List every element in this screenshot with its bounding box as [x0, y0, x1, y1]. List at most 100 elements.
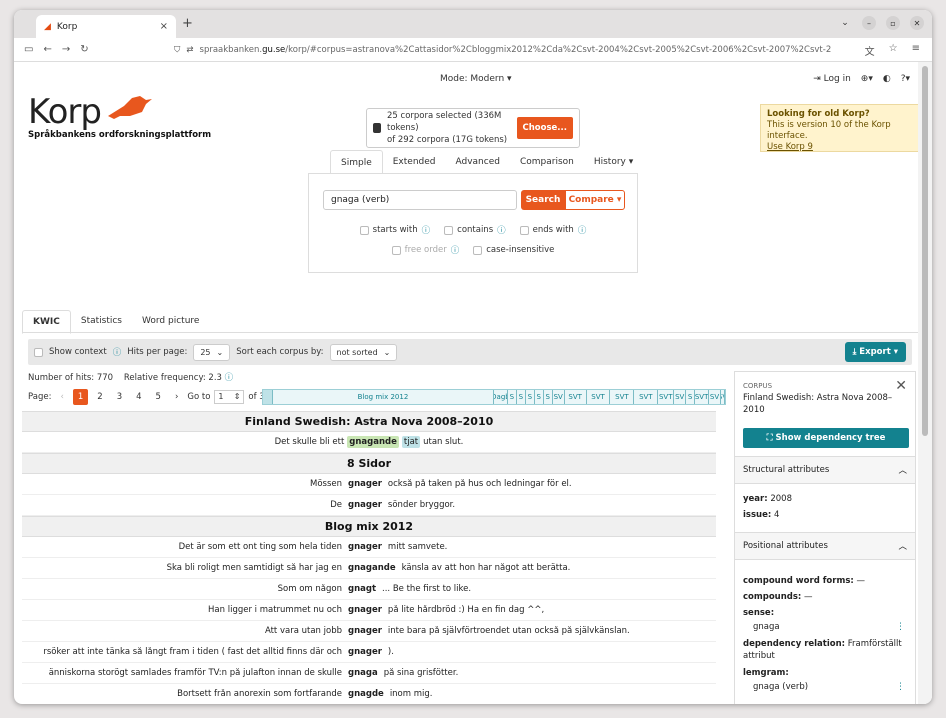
distribution-segment[interactable]: SVT: [587, 390, 611, 404]
page-next[interactable]: ›: [170, 389, 183, 405]
lemgram-value[interactable]: gnaga (verb): [753, 682, 808, 692]
distribution-segment[interactable]: S: [508, 390, 517, 404]
kwic-row[interactable]: Det skulle bli ett gnagande tjat utan sl…: [22, 432, 716, 453]
kwic-match[interactable]: gnagande: [342, 563, 402, 573]
theme-toggle-icon[interactable]: ◐: [883, 74, 891, 84]
kwic-match[interactable]: gnager: [342, 500, 388, 510]
distribution-segment[interactable]: SVT: [695, 390, 710, 404]
korp-logo[interactable]: Korp Språkbankens ordforskningsplattform: [28, 92, 211, 140]
language-globe-icon[interactable]: ⊕▾: [861, 74, 873, 84]
menu-icon[interactable]: ≡: [912, 43, 920, 58]
back-icon[interactable]: ←: [43, 44, 51, 55]
page-4[interactable]: 4: [131, 389, 146, 405]
close-window-icon[interactable]: ✕: [910, 16, 924, 30]
kwic-match[interactable]: gnagde: [342, 689, 390, 699]
kwic-row[interactable]: De gnager sönder bryggor.: [22, 495, 716, 516]
kwic-row[interactable]: rsöker att inte tänka så långt fram i ti…: [22, 642, 716, 663]
new-tab-button[interactable]: +: [182, 16, 193, 31]
positional-attributes-header[interactable]: Positional attributes ︿: [735, 532, 915, 560]
distribution-segment[interactable]: SV: [709, 390, 722, 404]
sort-select[interactable]: not sorted ⌄: [329, 343, 398, 361]
kwic-row[interactable]: Att vara utan jobb gnager inte bara på sjä…: [22, 621, 716, 642]
kwic-row[interactable]: Som om någon gnagt... Be the first to lik…: [22, 579, 716, 600]
help-icon[interactable]: ⓘ: [451, 244, 460, 256]
distribution-segment[interactable]: [263, 390, 273, 404]
tab-list-chevron-icon[interactable]: ⌄: [838, 16, 852, 30]
kwic-row[interactable]: Han ligger i matrummet nu och gnager på li…: [22, 600, 716, 621]
distribution-segment[interactable]: S: [686, 390, 696, 404]
scrollbar-thumb[interactable]: [922, 66, 928, 436]
choose-corpus-button[interactable]: Choose...: [516, 117, 573, 139]
distribution-segment[interactable]: SVT: [634, 390, 659, 404]
kwic-row[interactable]: Bortsett från anorexin som fortfarande gn…: [22, 684, 716, 704]
tab-word-picture[interactable]: Word picture: [132, 310, 209, 334]
distribution-segment[interactable]: SV: [721, 390, 725, 404]
distribution-segment[interactable]: SVT: [565, 390, 587, 404]
dependency-tree-button[interactable]: ⛶ Show dependency tree: [743, 428, 909, 448]
distribution-segment[interactable]: SVT: [610, 390, 635, 404]
page-scrollbar[interactable]: [918, 62, 932, 704]
corpus-distribution-bar[interactable]: Blog mix 2012DagbSSSSSSVSVTSVTSVTSVTSVTS…: [262, 389, 726, 405]
help-icon[interactable]: ⓘ: [422, 224, 431, 236]
help-icon[interactable]: ⓘ: [113, 346, 122, 358]
bookmark-star-icon[interactable]: ☆: [889, 43, 898, 58]
login-link[interactable]: ⇥ Log in: [813, 74, 851, 84]
distribution-segment[interactable]: Dagb: [494, 390, 508, 404]
maximize-icon[interactable]: ▫: [886, 16, 900, 30]
kwic-match[interactable]: gnager: [342, 542, 388, 552]
show-context-checkbox[interactable]: [34, 347, 43, 357]
distribution-segment[interactable]: Blog mix 2012: [273, 390, 494, 404]
contains-checkbox[interactable]: [444, 225, 454, 235]
kwic-row[interactable]: Ska bli roligt men samtidigt så har jag …: [22, 558, 716, 579]
page-prev[interactable]: ‹: [55, 389, 68, 405]
help-icon[interactable]: ⓘ: [578, 224, 587, 236]
case-insensitive-checkbox[interactable]: [473, 245, 483, 255]
goto-page-input[interactable]: 1 ⇕: [214, 390, 245, 404]
distribution-segment[interactable]: S: [517, 390, 526, 404]
kwic-match[interactable]: gnager: [342, 626, 388, 636]
hits-per-page-select[interactable]: 25 ⌄: [193, 343, 231, 361]
page-2[interactable]: 2: [92, 389, 107, 405]
kwic-match[interactable]: gnagt: [342, 584, 382, 594]
close-icon[interactable]: ✕: [895, 378, 907, 394]
use-korp9-link[interactable]: Use Korp 9: [767, 142, 813, 152]
minimize-icon[interactable]: –: [862, 16, 876, 30]
page-1[interactable]: 1: [72, 389, 89, 405]
search-input[interactable]: gnaga (verb): [323, 190, 517, 210]
distribution-segment[interactable]: S: [544, 390, 553, 404]
reload-icon[interactable]: ↻: [80, 44, 88, 55]
page-5[interactable]: 5: [151, 389, 166, 405]
distribution-segment[interactable]: S: [526, 390, 535, 404]
search-button[interactable]: Search: [521, 190, 565, 210]
kwic-row[interactable]: Mössen gnager också på taken på hus och …: [22, 474, 716, 495]
distribution-segment[interactable]: SV: [674, 390, 687, 404]
kwic-match[interactable]: gnaga: [342, 668, 384, 678]
tab-close-icon[interactable]: ×: [160, 21, 168, 32]
kwic-row[interactable]: änniskorna storögt samlades framför TV:n…: [22, 663, 716, 684]
distribution-segment[interactable]: S: [535, 390, 544, 404]
tab-kwic[interactable]: KWIC: [22, 310, 71, 334]
starts-with-checkbox[interactable]: [359, 225, 369, 235]
ends-with-checkbox[interactable]: [519, 225, 529, 235]
translate-icon[interactable]: 文: [865, 43, 875, 58]
help-icon[interactable]: ⓘ: [225, 373, 234, 383]
help-icon[interactable]: ?▾: [901, 74, 910, 84]
help-icon[interactable]: ⓘ: [497, 224, 506, 236]
page-3[interactable]: 3: [112, 389, 127, 405]
sense-value[interactable]: gnaga: [753, 622, 780, 632]
site-info-icon[interactable]: ⇄: [186, 45, 193, 55]
compare-button[interactable]: Compare ▾: [565, 190, 625, 210]
distribution-segment[interactable]: SV: [553, 390, 565, 404]
kwic-row[interactable]: Det är som ett ont ting som hela tiden gn…: [22, 537, 716, 558]
tab-statistics[interactable]: Statistics: [71, 310, 132, 334]
kwic-highlight[interactable]: tjat: [401, 436, 421, 448]
kwic-match[interactable]: gnager: [342, 479, 388, 489]
kwic-match[interactable]: gnagande: [347, 436, 399, 448]
more-options-icon[interactable]: ⋮: [896, 682, 905, 692]
browser-tab[interactable]: ◢ Korp ×: [36, 15, 176, 38]
mode-selector[interactable]: Mode: Modern ▾: [440, 74, 512, 84]
more-options-icon[interactable]: ⋮: [896, 622, 905, 632]
export-button[interactable]: ⤓ Export ▾: [844, 342, 906, 362]
free-order-checkbox[interactable]: [391, 245, 401, 255]
forward-icon[interactable]: →: [62, 44, 70, 55]
